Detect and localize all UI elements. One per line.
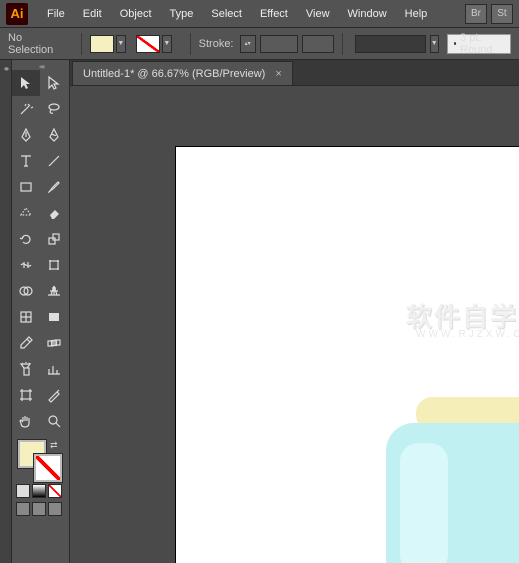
shape-builder-tool[interactable] xyxy=(12,278,40,304)
scale-tool[interactable] xyxy=(40,226,68,252)
menu-file[interactable]: File xyxy=(38,0,74,28)
color-picker[interactable]: ⇄ xyxy=(12,434,69,478)
color-mode-solid[interactable] xyxy=(16,484,30,498)
shaper-tool[interactable] xyxy=(12,200,40,226)
color-mode-none[interactable] xyxy=(48,484,62,498)
lasso-tool[interactable] xyxy=(40,96,68,122)
mesh-tool[interactable] xyxy=(12,304,40,330)
menu-window[interactable]: Window xyxy=(339,0,396,28)
direct-selection-tool[interactable] xyxy=(40,70,68,96)
hand-tool[interactable] xyxy=(12,408,40,434)
zoom-tool[interactable] xyxy=(40,408,68,434)
draw-normal[interactable] xyxy=(16,502,30,516)
curvature-tool[interactable] xyxy=(40,122,68,148)
line-tool[interactable] xyxy=(40,148,68,174)
paintbrush-tool[interactable] xyxy=(40,174,68,200)
close-tab-icon[interactable]: × xyxy=(275,68,281,80)
rotate-tool[interactable] xyxy=(12,226,40,252)
watermark-url: WWW.RJZXW.COM xyxy=(416,329,519,340)
stroke-label: Stroke: xyxy=(199,38,234,50)
menu-help[interactable]: Help xyxy=(396,0,437,28)
artboard-tool[interactable] xyxy=(12,382,40,408)
document-profile-button[interactable]: 3 pt. Round xyxy=(447,34,511,54)
stroke-color-swatch[interactable] xyxy=(34,454,62,482)
app-logo: Ai xyxy=(6,3,28,25)
menu-type[interactable]: Type xyxy=(161,0,203,28)
jar-highlight-shape xyxy=(400,443,448,563)
column-graph-tool[interactable] xyxy=(40,356,68,382)
menu-bar: Ai File Edit Object Type Select Effect V… xyxy=(0,0,519,28)
expand-icon: ◂▸ xyxy=(3,64,7,73)
menu-view[interactable]: View xyxy=(297,0,339,28)
type-tool[interactable] xyxy=(12,148,40,174)
blend-tool[interactable] xyxy=(40,330,68,356)
selection-status: No Selection xyxy=(8,32,57,56)
selection-tool[interactable] xyxy=(12,70,40,96)
pen-tool[interactable] xyxy=(12,122,40,148)
menu-select[interactable]: Select xyxy=(202,0,251,28)
eyedropper-tool[interactable] xyxy=(12,330,40,356)
stroke-swatch[interactable]: ▼ xyxy=(136,35,172,53)
draw-behind[interactable] xyxy=(32,502,46,516)
eraser-tool[interactable] xyxy=(40,200,68,226)
artboard: 软件自学网 WWW.RJZXW.COM xyxy=(175,146,519,563)
menu-edit[interactable]: Edit xyxy=(74,0,111,28)
document-tab[interactable]: Untitled-1* @ 66.67% (RGB/Preview) × xyxy=(72,61,293,85)
document-tab-bar: Untitled-1* @ 66.67% (RGB/Preview) × xyxy=(70,60,519,86)
fill-swatch[interactable]: ▼ xyxy=(90,35,126,53)
draw-inside[interactable] xyxy=(48,502,62,516)
opacity-field[interactable] xyxy=(355,35,426,53)
opacity-dropdown[interactable]: ▼ xyxy=(430,35,439,53)
menu-object[interactable]: Object xyxy=(111,0,161,28)
stroke-weight-dropdown[interactable] xyxy=(260,35,298,53)
stroke-weight-stepper[interactable]: ▴▾ xyxy=(240,35,256,53)
control-bar: No Selection ▼ ▼ Stroke: ▴▾ ▼ 3 pt. Roun… xyxy=(0,28,519,60)
color-mode-gradient[interactable] xyxy=(32,484,46,498)
menu-effect[interactable]: Effect xyxy=(251,0,297,28)
bridge-button[interactable]: Br xyxy=(465,4,487,24)
panel-grip[interactable]: ◂◂ xyxy=(12,62,69,70)
tools-panel: ◂◂ xyxy=(12,60,70,563)
swap-colors-icon[interactable]: ⇄ xyxy=(50,440,58,451)
gradient-tool[interactable] xyxy=(40,304,68,330)
stock-button[interactable]: St xyxy=(491,4,513,24)
magic-wand-tool[interactable] xyxy=(12,96,40,122)
width-tool[interactable] xyxy=(12,252,40,278)
work-area: Untitled-1* @ 66.67% (RGB/Preview) × 软件自… xyxy=(70,60,519,563)
panel-collapse-strip[interactable]: ◂▸ xyxy=(0,60,12,563)
free-transform-tool[interactable] xyxy=(40,252,68,278)
symbol-sprayer-tool[interactable] xyxy=(12,356,40,382)
tab-title: Untitled-1* @ 66.67% (RGB/Preview) xyxy=(83,68,265,80)
perspective-grid-tool[interactable] xyxy=(40,278,68,304)
canvas[interactable]: 软件自学网 WWW.RJZXW.COM xyxy=(70,86,519,563)
rectangle-tool[interactable] xyxy=(12,174,40,200)
stroke-profile-dropdown[interactable] xyxy=(302,35,334,53)
slice-tool[interactable] xyxy=(40,382,68,408)
